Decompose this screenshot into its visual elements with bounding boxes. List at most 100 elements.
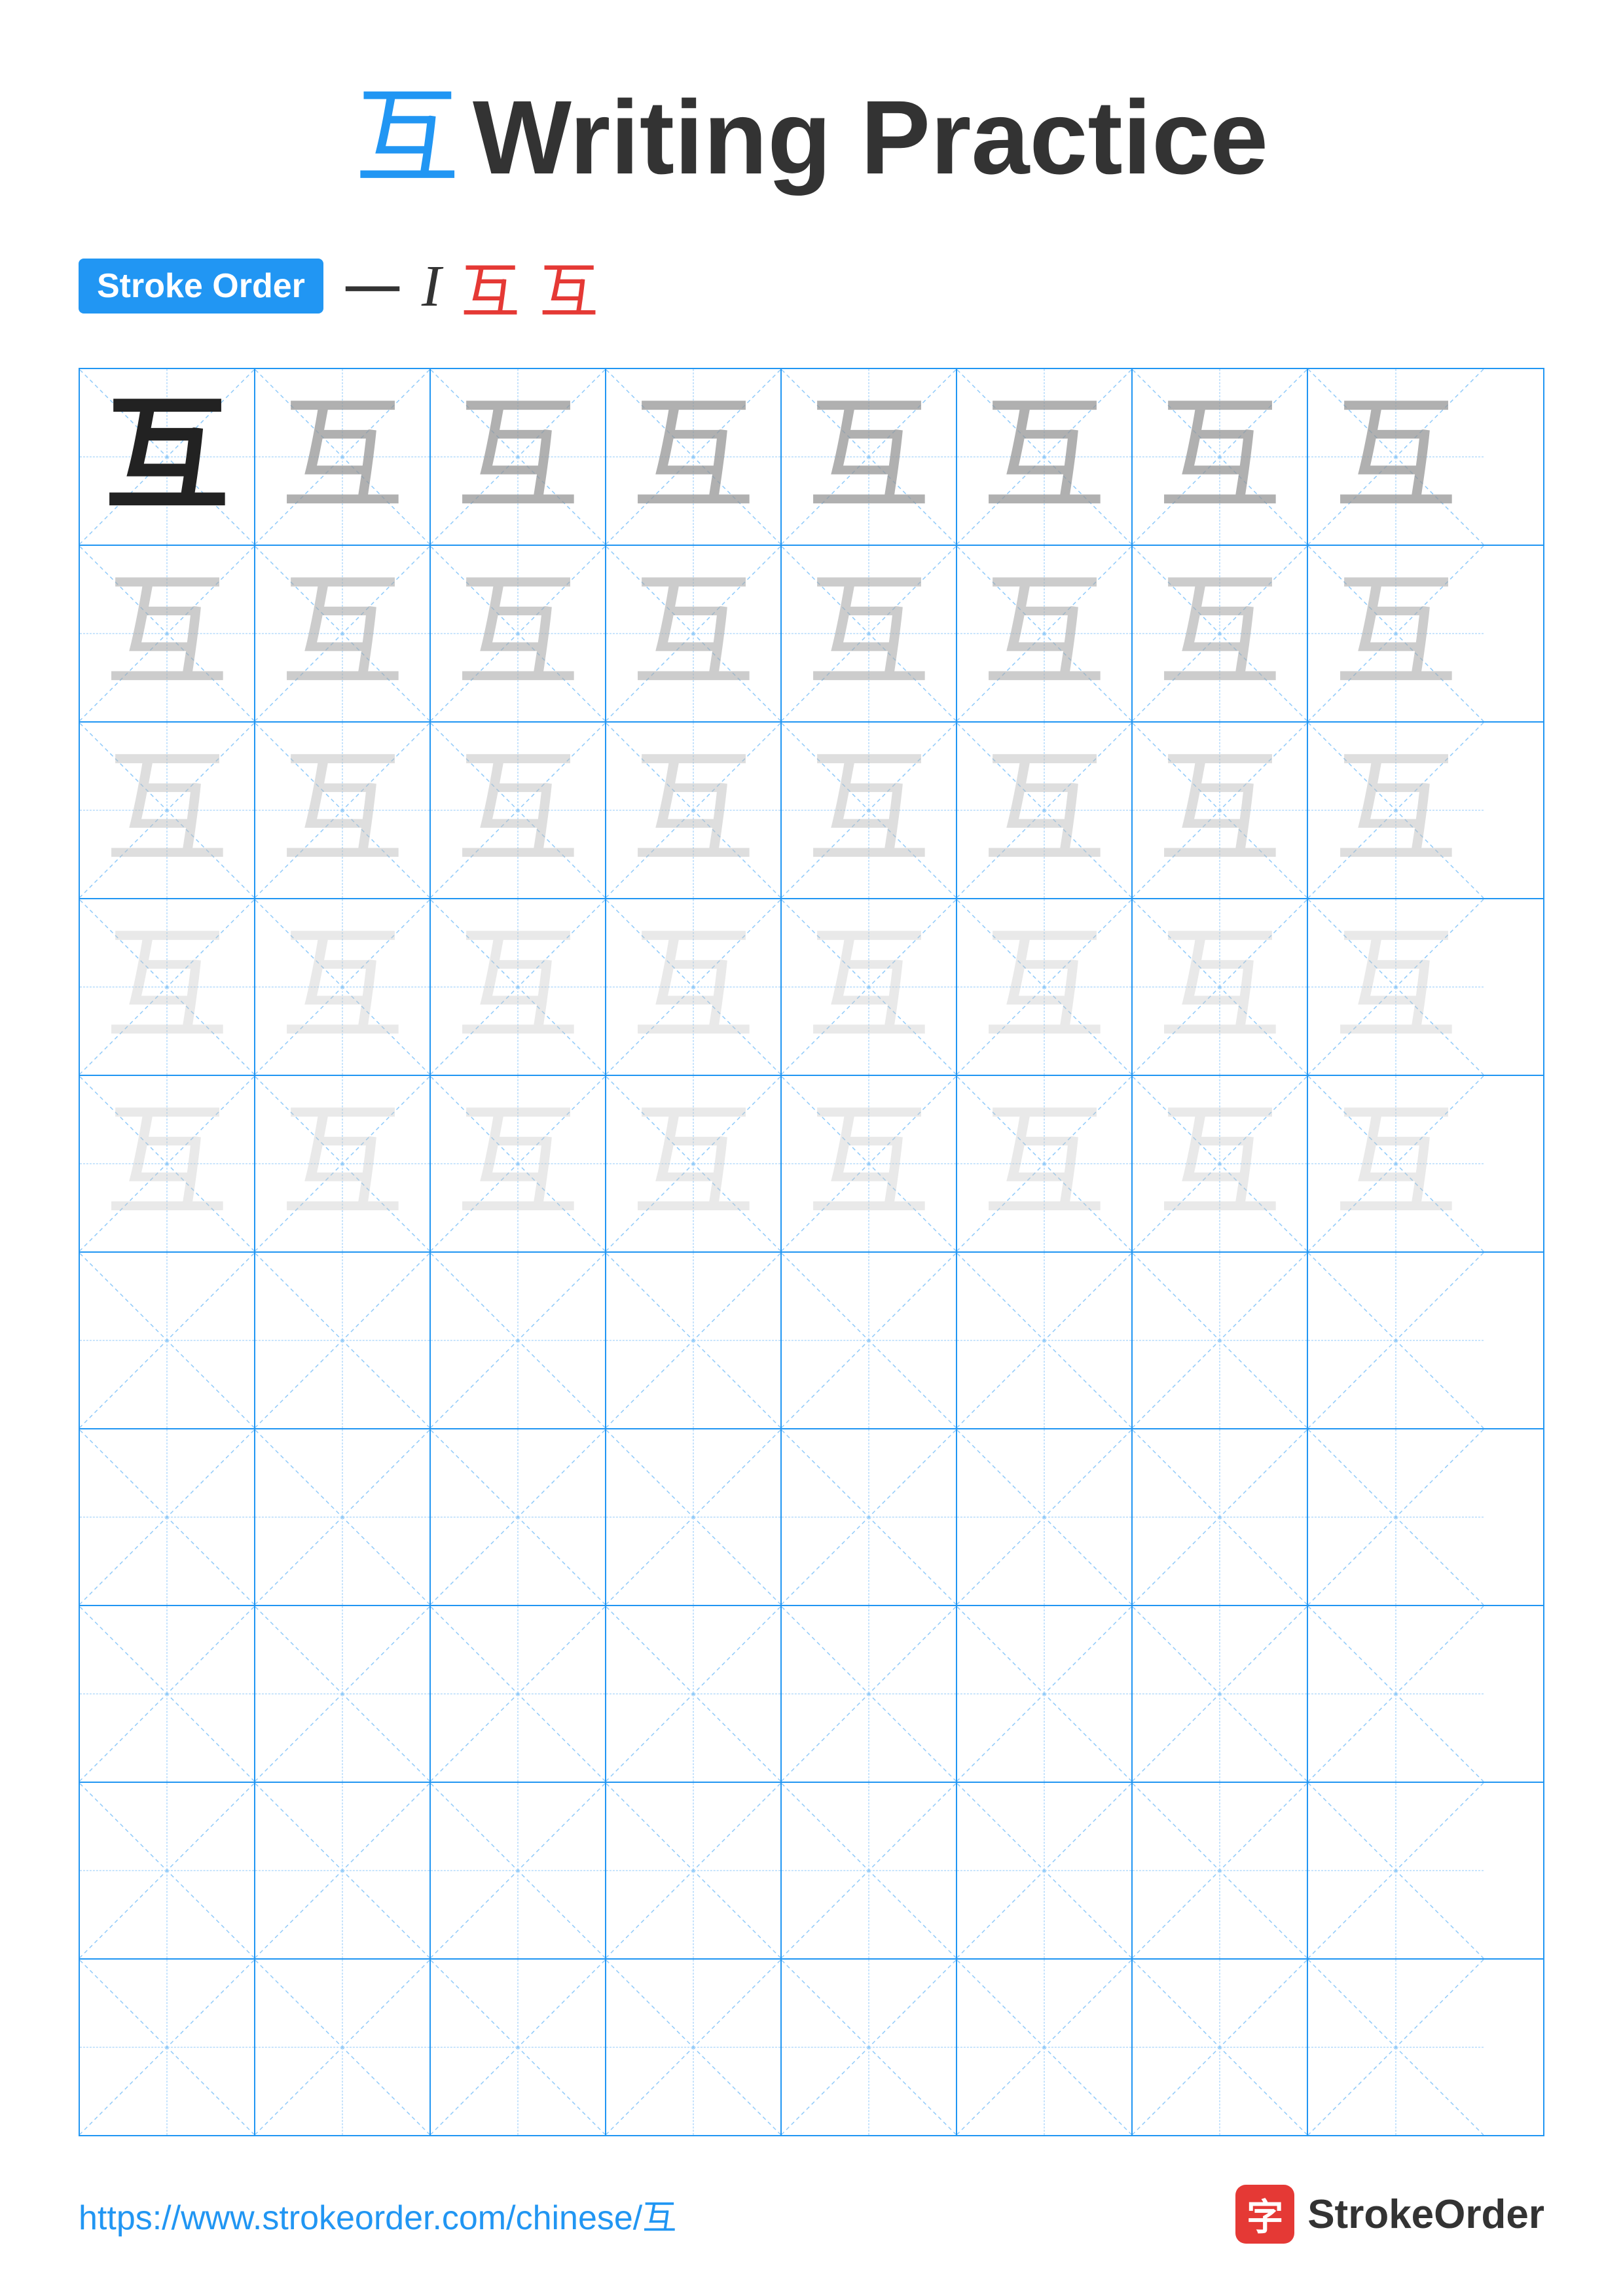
grid-cell[interactable]: 互 — [431, 723, 606, 898]
brand-name: StrokeOrder — [1307, 2191, 1544, 2238]
grid-cell[interactable]: 互 — [255, 369, 431, 545]
grid-cell[interactable] — [80, 1429, 255, 1605]
grid-cell[interactable] — [957, 1606, 1133, 1782]
practice-char: 互 — [1158, 395, 1282, 519]
grid-cell[interactable]: 互 — [782, 1076, 957, 1251]
grid-cell[interactable]: 互 — [80, 723, 255, 898]
grid-cell[interactable]: 互 — [1133, 369, 1308, 545]
page-title: 互Writing Practice — [0, 0, 1623, 204]
grid-cell[interactable]: 互 — [1308, 899, 1484, 1075]
grid-cell[interactable] — [606, 1429, 782, 1605]
practice-char: 互 — [807, 1102, 931, 1226]
grid-cell[interactable]: 互 — [80, 899, 255, 1075]
grid-cell[interactable]: 互 — [255, 1076, 431, 1251]
grid-cell[interactable]: 互 — [606, 546, 782, 721]
grid-cell[interactable]: 互 — [957, 369, 1133, 545]
grid-cell[interactable]: 互 — [255, 723, 431, 898]
grid-cell[interactable] — [431, 1253, 606, 1428]
practice-char: 互 — [105, 1102, 229, 1226]
grid-row: 互 互 互 互 互 互 互 互 — [80, 546, 1543, 723]
grid-cell[interactable]: 互 — [606, 899, 782, 1075]
grid-cell[interactable] — [1308, 1253, 1484, 1428]
grid-cell[interactable] — [606, 1960, 782, 2135]
stroke-step-1: 一 — [343, 243, 402, 329]
practice-char: 互 — [1334, 395, 1458, 519]
grid-cell[interactable] — [1133, 1429, 1308, 1605]
grid-cell[interactable] — [255, 1960, 431, 2135]
practice-char: 互 — [280, 925, 405, 1049]
grid-cell[interactable] — [782, 1960, 957, 2135]
grid-cell[interactable]: 互 — [1308, 546, 1484, 721]
grid-cell[interactable] — [80, 1606, 255, 1782]
grid-cell[interactable] — [957, 1429, 1133, 1605]
grid-cell[interactable]: 互 — [80, 546, 255, 721]
grid-cell[interactable] — [957, 1783, 1133, 1958]
grid-cell[interactable] — [1133, 1783, 1308, 1958]
grid-cell[interactable] — [782, 1783, 957, 1958]
grid-cell[interactable]: 互 — [1133, 546, 1308, 721]
grid-cell[interactable] — [431, 1783, 606, 1958]
grid-cell[interactable]: 互 — [1133, 1076, 1308, 1251]
grid-cell[interactable] — [431, 1429, 606, 1605]
grid-cell[interactable] — [1308, 1429, 1484, 1605]
grid-cell[interactable]: 互 — [957, 723, 1133, 898]
grid-cell[interactable] — [957, 1960, 1133, 2135]
grid-cell[interactable] — [782, 1606, 957, 1782]
grid-cell[interactable] — [431, 1960, 606, 2135]
grid-cell[interactable]: 互 — [1308, 723, 1484, 898]
grid-cell[interactable]: 互 — [606, 1076, 782, 1251]
grid-cell[interactable]: 互 — [782, 723, 957, 898]
practice-char: 互 — [982, 1102, 1106, 1226]
practice-char: 互 — [280, 1102, 405, 1226]
grid-cell[interactable]: 互 — [431, 369, 606, 545]
title-chinese-char: 互 — [355, 80, 460, 196]
grid-cell[interactable] — [606, 1606, 782, 1782]
grid-cell[interactable] — [80, 1783, 255, 1958]
grid-cell[interactable] — [782, 1429, 957, 1605]
grid-cell[interactable]: 互 — [431, 899, 606, 1075]
grid-cell[interactable]: 互 — [80, 369, 255, 545]
grid-cell[interactable]: 互 — [606, 369, 782, 545]
practice-char: 互 — [105, 395, 229, 519]
grid-cell[interactable] — [606, 1253, 782, 1428]
grid-cell[interactable]: 互 — [255, 899, 431, 1075]
practice-char: 互 — [631, 1102, 756, 1226]
practice-char: 互 — [280, 748, 405, 872]
grid-cell[interactable] — [1133, 1253, 1308, 1428]
grid-cell[interactable] — [255, 1429, 431, 1605]
grid-cell[interactable]: 互 — [957, 899, 1133, 1075]
practice-char: 互 — [807, 395, 931, 519]
grid-cell[interactable] — [80, 1253, 255, 1428]
grid-cell[interactable]: 互 — [431, 1076, 606, 1251]
grid-cell[interactable] — [255, 1783, 431, 1958]
grid-cell[interactable] — [957, 1253, 1133, 1428]
grid-cell[interactable]: 互 — [782, 546, 957, 721]
grid-cell[interactable] — [431, 1606, 606, 1782]
footer: https://www.strokeorder.com/chinese/互 字 … — [0, 2185, 1623, 2244]
practice-char: 互 — [982, 395, 1106, 519]
grid-cell[interactable] — [1308, 1960, 1484, 2135]
grid-cell[interactable] — [1308, 1606, 1484, 1782]
grid-cell[interactable]: 互 — [1133, 899, 1308, 1075]
grid-cell[interactable] — [255, 1253, 431, 1428]
grid-cell[interactable] — [1133, 1606, 1308, 1782]
grid-cell[interactable]: 互 — [1308, 1076, 1484, 1251]
grid-cell[interactable]: 互 — [255, 546, 431, 721]
grid-cell[interactable]: 互 — [957, 546, 1133, 721]
practice-char: 互 — [1334, 571, 1458, 696]
grid-cell[interactable]: 互 — [782, 369, 957, 545]
grid-cell[interactable] — [782, 1253, 957, 1428]
grid-cell[interactable] — [606, 1783, 782, 1958]
grid-cell[interactable]: 互 — [431, 546, 606, 721]
grid-cell[interactable]: 互 — [957, 1076, 1133, 1251]
grid-cell[interactable]: 互 — [782, 899, 957, 1075]
grid-cell[interactable]: 互 — [606, 723, 782, 898]
grid-cell[interactable]: 互 — [1308, 369, 1484, 545]
grid-cell[interactable] — [1133, 1960, 1308, 2135]
grid-cell[interactable] — [80, 1960, 255, 2135]
grid-cell[interactable] — [255, 1606, 431, 1782]
grid-cell[interactable] — [1308, 1783, 1484, 1958]
grid-cell[interactable]: 互 — [1133, 723, 1308, 898]
grid-cell[interactable]: 互 — [80, 1076, 255, 1251]
stroke-step-3: 互 — [461, 243, 520, 329]
